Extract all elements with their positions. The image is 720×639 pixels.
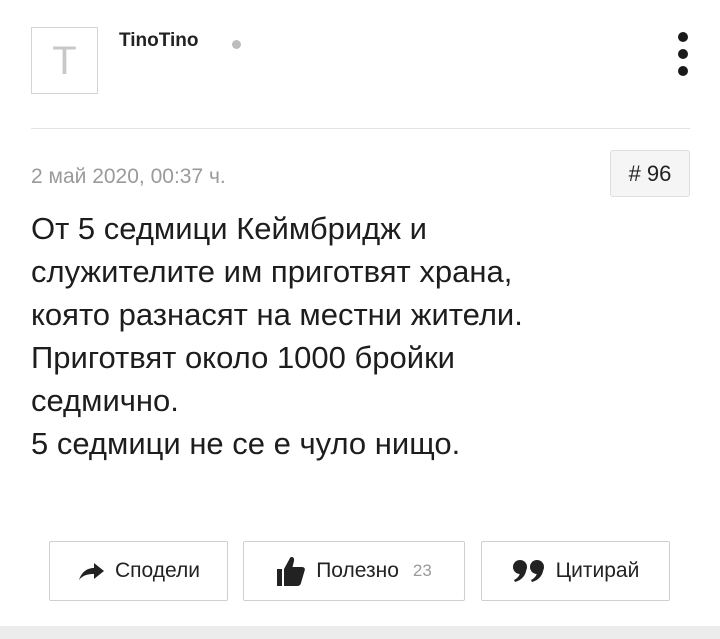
quote-button[interactable]: Цитирай: [481, 541, 670, 601]
post-body-line: служителите им приготвят храна,: [31, 254, 513, 289]
thumbs-up-icon: [276, 555, 306, 587]
header-divider: [31, 128, 690, 129]
status-dot-icon: [232, 40, 241, 49]
kebab-dot: [678, 32, 688, 42]
post-timestamp: 2 май 2020, 00:37 ч.: [31, 165, 226, 188]
post-body-line: Приготвят около 1000 бройки: [31, 340, 455, 375]
quote-icon: [512, 559, 546, 583]
useful-button[interactable]: Полезно 23: [243, 541, 465, 601]
avatar-letter: T: [52, 38, 77, 83]
post-body-line: седмично.: [31, 383, 179, 418]
kebab-dot: [678, 66, 688, 76]
post-body-line: която разнасят на местни жители.: [31, 297, 523, 332]
post-body-line: 5 седмици не се е чуло нищо.: [31, 426, 461, 461]
post-number-link[interactable]: # 96: [610, 150, 690, 197]
share-arrow-icon: [77, 560, 105, 582]
kebab-menu-icon[interactable]: [671, 32, 695, 76]
kebab-dot: [678, 49, 688, 59]
share-button[interactable]: Сподели: [49, 541, 228, 601]
useful-label: Полезно: [316, 559, 399, 582]
post-body-line: От 5 седмици Кеймбридж и: [31, 211, 427, 246]
share-label: Сподели: [115, 559, 200, 582]
bottom-separator: [0, 626, 720, 639]
avatar[interactable]: T: [31, 27, 98, 94]
post-body: От 5 седмици Кеймбридж и служителите им …: [31, 207, 696, 465]
quote-label: Цитирай: [555, 559, 640, 582]
useful-count: 23: [412, 561, 432, 580]
username-link[interactable]: TinoTino: [119, 30, 199, 52]
